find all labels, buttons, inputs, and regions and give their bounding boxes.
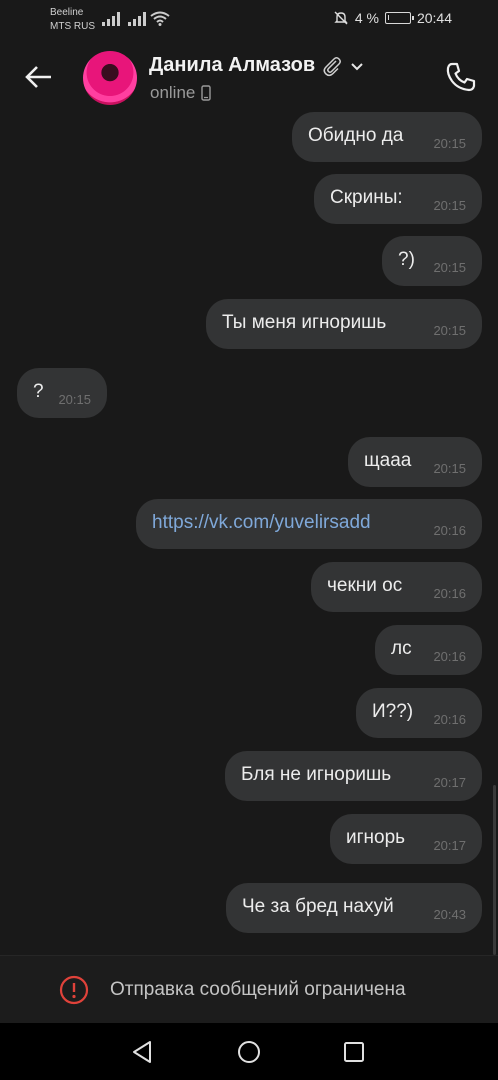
message-time: 20:15 <box>433 198 466 213</box>
back-triangle-icon[interactable] <box>128 1037 158 1067</box>
messaging-restricted-bar: Отправка сообщений ограничена <box>0 955 498 1024</box>
message-text: игнорь <box>346 827 406 848</box>
carrier-1: Beeline <box>50 7 84 18</box>
message-bubble[interactable]: игнорь 20:17 <box>330 814 482 864</box>
incoming-message-bubble[interactable]: ? 20:15 <box>17 368 107 418</box>
contact-status: online <box>150 83 212 103</box>
restriction-text: Отправка сообщений ограничена <box>110 979 406 1000</box>
battery-level <box>387 15 389 20</box>
message-bubble[interactable]: https://vk.com/yuvelirsadd 20:16 <box>136 499 482 549</box>
battery-icon <box>384 12 414 24</box>
message-bubble[interactable]: чекни ос 20:16 <box>311 562 482 612</box>
message-time: 20:16 <box>433 523 466 538</box>
message-text: лс <box>391 638 412 659</box>
message-link[interactable]: https://vk.com/yuvelirsadd <box>152 512 371 534</box>
message-text: Обидно да <box>308 125 404 146</box>
message-time: 20:15 <box>58 392 91 407</box>
message-text: Че за бред нахуй <box>242 896 394 917</box>
contact-name: Данила Алмазов <box>149 54 316 76</box>
clock: 20:44 <box>416 10 452 26</box>
message-text: щааа <box>364 450 412 471</box>
message-time: 20:15 <box>433 260 466 275</box>
message-bubble[interactable]: Бля не игноришь 20:17 <box>225 751 482 801</box>
message-time: 20:43 <box>433 907 466 922</box>
carrier-2: MTS RUS <box>50 21 95 32</box>
message-bubble[interactable]: ?) 20:15 <box>382 236 482 286</box>
paperclip-icon <box>323 56 342 76</box>
chevron-down-icon <box>351 62 363 70</box>
recents-square-icon[interactable] <box>339 1037 369 1067</box>
message-bubble[interactable]: Ты меня игноришь 20:15 <box>206 299 482 349</box>
message-text: Ты меня игноришь <box>222 312 387 333</box>
contact-name-row[interactable]: Данила Алмазов <box>149 54 365 77</box>
status-right: 4 % 20:44 <box>333 10 452 26</box>
avatar[interactable] <box>83 51 137 105</box>
message-time: 20:17 <box>433 838 466 853</box>
message-text: И??) <box>372 701 414 722</box>
message-bubble[interactable]: Че за бред нахуй 20:43 <box>226 883 482 933</box>
chat-header: Данила Алмазов online <box>0 40 498 114</box>
message-bubble[interactable]: лс 20:16 <box>375 625 482 675</box>
carrier-labels: Beeline MTS RUS <box>50 6 95 34</box>
phone-icon[interactable] <box>444 60 478 94</box>
mute-icon <box>334 11 348 25</box>
message-bubble[interactable]: Обидно да 20:15 <box>292 112 482 162</box>
chat-screen: Beeline MTS RUS 4 % 20:44 Данила Алмазов… <box>0 0 498 1080</box>
back-arrow-icon[interactable] <box>22 60 56 94</box>
message-text: ?) <box>398 249 415 270</box>
message-time: 20:15 <box>433 461 466 476</box>
message-time: 20:15 <box>433 323 466 338</box>
alert-circle-icon <box>59 975 89 1005</box>
message-bubble[interactable]: Скрины: 20:15 <box>314 174 482 224</box>
wifi-icon <box>150 11 170 26</box>
signal-icon <box>102 12 120 26</box>
message-time: 20:16 <box>433 649 466 664</box>
status-bar: Beeline MTS RUS 4 % 20:44 <box>0 0 498 38</box>
message-bubble[interactable]: И??) 20:16 <box>356 688 482 738</box>
scrollbar[interactable] <box>493 785 496 955</box>
mobile-icon <box>201 85 212 101</box>
message-time: 20:17 <box>433 775 466 790</box>
message-time: 20:16 <box>433 586 466 601</box>
online-status: online <box>150 83 196 102</box>
message-time: 20:16 <box>433 712 466 727</box>
message-bubble[interactable]: щааа 20:15 <box>348 437 482 487</box>
message-text: Бля не игноришь <box>241 764 392 785</box>
message-time: 20:15 <box>433 136 466 151</box>
signal-icon <box>128 12 146 26</box>
message-text: ? <box>33 381 44 402</box>
message-text: чекни ос <box>327 575 403 596</box>
battery-percent: 4 % <box>354 10 379 26</box>
home-circle-icon[interactable] <box>234 1037 264 1067</box>
navigation-bar <box>0 1023 498 1080</box>
message-text: Скрины: <box>330 187 403 208</box>
